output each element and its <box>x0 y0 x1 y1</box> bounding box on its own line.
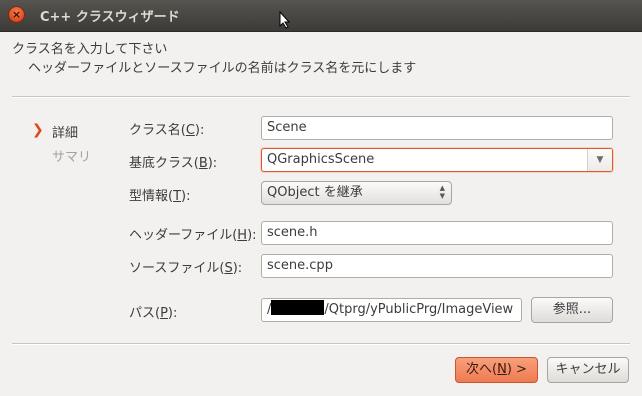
mouse-pointer-icon <box>279 11 291 29</box>
cancel-button[interactable]: キャンセル <box>547 357 629 383</box>
window-titlebar: × C++ クラスウィザード <box>0 0 642 32</box>
base-class-label: 基底クラス(B): <box>129 156 218 171</box>
path-label: パス(P): <box>129 306 178 321</box>
window-title: C++ クラスウィザード <box>40 10 180 25</box>
chevron-right-icon: ❯ <box>32 122 44 138</box>
header-file-label: ヘッダーファイル(H): <box>129 228 257 243</box>
class-name-label: クラス名(C): <box>129 123 205 138</box>
header-title: クラス名を入力して下さい <box>12 42 168 57</box>
bottom-separator <box>12 343 630 345</box>
redacted-path-segment <box>271 300 325 315</box>
next-button[interactable]: 次へ(N) > <box>455 357 538 383</box>
class-name-input[interactable]: Scene <box>261 116 613 140</box>
browse-button[interactable]: 参照... <box>531 297 613 323</box>
close-icon: × <box>11 8 22 21</box>
type-info-select[interactable]: QObject を継承 ▲ ▼ <box>261 181 452 205</box>
header-subtitle: ヘッダーファイルとソースファイルの名前はクラス名を元にします <box>28 61 417 76</box>
source-file-input[interactable]: scene.cpp <box>261 254 613 278</box>
close-window-button[interactable]: × <box>8 6 25 23</box>
type-info-label: 型情報(T): <box>129 189 191 204</box>
step-label-detail: 詳細 <box>52 126 79 141</box>
header-file-input[interactable]: scene.h <box>261 221 613 245</box>
updown-arrows-icon: ▲ ▼ <box>439 184 445 200</box>
top-separator <box>12 96 630 98</box>
base-class-value: QGraphicsScene <box>267 152 375 167</box>
wizard-header: クラス名を入力して下さい ヘッダーファイルとソースファイルの名前はクラス名を元に… <box>12 40 416 78</box>
step-label-summary: サマリ <box>52 150 92 165</box>
path-input[interactable]: //Qtprg/yPublicPrg/ImageView <box>261 298 522 322</box>
source-file-label: ソースファイル(S): <box>129 261 243 276</box>
base-class-combobox[interactable]: QGraphicsScene ▼ <box>261 148 613 172</box>
type-info-value: QObject を継承 <box>267 185 363 200</box>
dropdown-arrow-icon[interactable]: ▼ <box>587 149 612 171</box>
